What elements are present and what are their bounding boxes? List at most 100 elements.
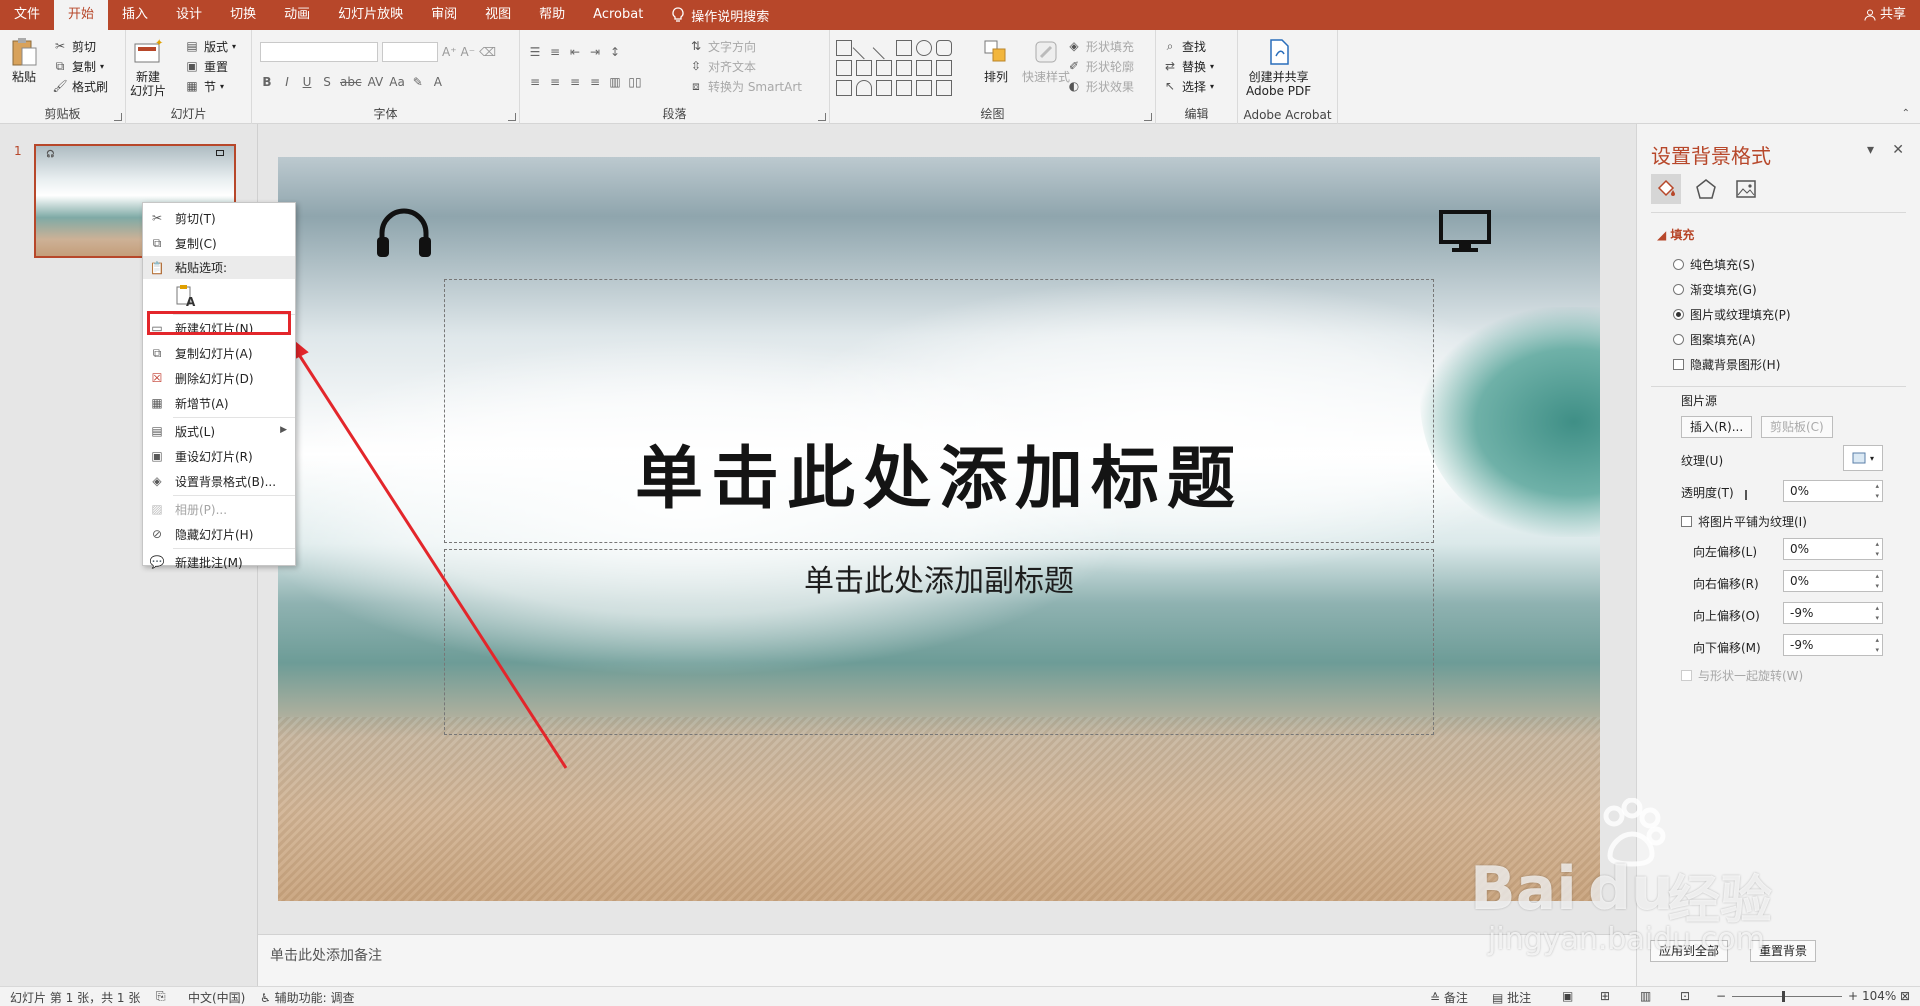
- title-placeholder[interactable]: 单击此处添加标题: [444, 279, 1434, 543]
- tab-design[interactable]: 设计: [162, 0, 216, 30]
- line-spacing-icon[interactable]: ↕: [608, 45, 622, 59]
- change-case-button[interactable]: Aa: [389, 75, 405, 89]
- shape-block-arrow-icon[interactable]: [896, 60, 912, 76]
- normal-view-icon[interactable]: ▣: [1562, 989, 1573, 1003]
- insert-picture-button[interactable]: 插入(R)...: [1681, 416, 1753, 438]
- pattern-fill-radio[interactable]: 图案填充(A): [1673, 331, 1756, 348]
- shape-freeform-icon[interactable]: [876, 80, 892, 96]
- slide-canvas[interactable]: 单击此处添加标题 单击此处添加副标题: [278, 157, 1600, 901]
- shape-elbow-icon[interactable]: [856, 60, 872, 76]
- grow-font-icon[interactable]: A⁺: [442, 45, 457, 59]
- bold-button[interactable]: B: [260, 75, 274, 89]
- section-button[interactable]: ▦ 节 ▾: [184, 76, 236, 96]
- align-text-button[interactable]: ⇳ 对齐文本: [688, 56, 802, 76]
- shrink-font-icon[interactable]: A⁻: [461, 45, 476, 59]
- shape-arrow-line-icon[interactable]: [872, 36, 896, 60]
- font-color-button[interactable]: A: [431, 75, 445, 89]
- cut-button[interactable]: ✂ 剪切: [52, 36, 108, 56]
- picture-fill-radio[interactable]: 图片或纹理填充(P): [1673, 306, 1791, 323]
- tab-file[interactable]: 文件: [0, 0, 54, 30]
- shape-triangle-icon[interactable]: [836, 60, 852, 76]
- paragraph-launcher-icon[interactable]: [818, 113, 826, 121]
- arrange-button[interactable]: 排列: [980, 36, 1012, 84]
- notes-toggle[interactable]: ≙ 备注: [1430, 989, 1468, 1006]
- menu-reset-slide[interactable]: ▣ 重设幻灯片(R): [143, 444, 295, 469]
- shadow-button[interactable]: S: [320, 75, 334, 89]
- strikethrough-button[interactable]: abc: [340, 75, 362, 89]
- shape-textbox-icon[interactable]: [836, 40, 852, 56]
- solid-fill-radio[interactable]: 纯色填充(S): [1673, 256, 1755, 273]
- font-size-combo[interactable]: [382, 42, 438, 62]
- rotate-with-shape-checkbox[interactable]: 与形状一起旋转(W): [1681, 667, 1803, 684]
- menu-layout[interactable]: ▤ 版式(L) ▶: [143, 419, 295, 444]
- clipboard-launcher-icon[interactable]: [114, 113, 122, 121]
- reset-button[interactable]: ▣ 重置: [184, 56, 236, 76]
- tab-transitions[interactable]: 切换: [216, 0, 270, 30]
- shape-more-icon[interactable]: [936, 60, 952, 76]
- shape-arc-icon[interactable]: [856, 80, 872, 96]
- justify-icon[interactable]: ≡: [588, 75, 602, 89]
- close-icon[interactable]: ✕: [1892, 142, 1904, 158]
- menu-hide-slide[interactable]: ⊘ 隐藏幻灯片(H): [143, 522, 295, 547]
- find-button[interactable]: ⌕ 查找: [1162, 36, 1214, 56]
- menu-duplicate-slide[interactable]: ⧉ 复制幻灯片(A): [143, 341, 295, 366]
- transparency-slider[interactable]: [1745, 490, 1747, 500]
- menu-photo-album[interactable]: ▨ 相册(P)...: [143, 497, 295, 522]
- highlight-icon[interactable]: ✎: [411, 75, 425, 89]
- zoom-slider[interactable]: [1732, 991, 1842, 1002]
- tab-acrobat[interactable]: Acrobat: [579, 0, 657, 30]
- text-direction-button[interactable]: ⇅ 文字方向: [688, 36, 802, 56]
- fill-section-header[interactable]: ◢ 填充: [1657, 226, 1694, 243]
- menu-copy[interactable]: ⧉ 复制(C): [143, 231, 295, 256]
- hide-background-graphics-checkbox[interactable]: 隐藏背景图形(H): [1673, 356, 1780, 373]
- underline-button[interactable]: U: [300, 75, 314, 89]
- tab-view[interactable]: 视图: [471, 0, 525, 30]
- smartart-button[interactable]: ⧈ 转换为 SmartArt: [688, 76, 802, 96]
- tab-home[interactable]: 开始: [54, 0, 109, 30]
- tab-animations[interactable]: 动画: [270, 0, 324, 30]
- format-painter-button[interactable]: 🖌 格式刷: [52, 76, 108, 96]
- offset-right-input[interactable]: 0%: [1783, 570, 1883, 592]
- zoom-out-button[interactable]: −: [1716, 989, 1726, 1003]
- language-indicator[interactable]: 中文(中国): [188, 989, 245, 1006]
- zoom-slider-thumb[interactable]: [1782, 991, 1785, 1002]
- bullets-icon[interactable]: ☰: [528, 45, 542, 59]
- menu-format-background[interactable]: ◈ 设置背景格式(B)...: [143, 469, 295, 494]
- headphones-icon[interactable]: [374, 205, 434, 261]
- menu-new-comment[interactable]: 💬 新建批注(M): [143, 550, 295, 575]
- replace-button[interactable]: ⇄ 替换 ▾: [1162, 56, 1214, 76]
- shape-outline-button[interactable]: ✐ 形状轮廓: [1066, 56, 1134, 76]
- offset-bottom-input[interactable]: -9%: [1783, 634, 1883, 656]
- create-pdf-button[interactable]: 创建并共享 Adobe PDF: [1246, 36, 1311, 98]
- pane-options-icon[interactable]: ▾: [1867, 142, 1874, 158]
- shape-effects-button[interactable]: ◐ 形状效果: [1066, 76, 1134, 96]
- paste-button[interactable]: 粘贴: [8, 36, 40, 84]
- drawing-launcher-icon[interactable]: [1144, 113, 1152, 121]
- quick-styles-button[interactable]: 快速样式: [1022, 36, 1070, 84]
- accessibility-status[interactable]: ♿ 辅助功能: 调查: [260, 989, 354, 1006]
- distributed-icon[interactable]: ▥: [608, 75, 622, 89]
- paste-keep-text-icon[interactable]: A: [175, 284, 197, 308]
- char-spacing-button[interactable]: AV: [368, 75, 384, 89]
- shape-connector-icon[interactable]: [876, 60, 892, 76]
- picture-tab[interactable]: [1731, 174, 1761, 204]
- slide-sorter-icon[interactable]: ⊞: [1600, 989, 1610, 1003]
- tab-help[interactable]: 帮助: [525, 0, 579, 30]
- align-center-icon[interactable]: ≡: [548, 75, 562, 89]
- subtitle-placeholder[interactable]: 单击此处添加副标题: [444, 549, 1434, 735]
- tile-picture-checkbox[interactable]: 将图片平铺为纹理(I): [1681, 513, 1807, 530]
- numbering-icon[interactable]: ≡: [548, 45, 562, 59]
- slideshow-icon[interactable]: ⊡: [1680, 989, 1690, 1003]
- shape-scroll-icon[interactable]: [936, 80, 952, 96]
- increase-indent-icon[interactable]: ⇥: [588, 45, 602, 59]
- notes-pane[interactable]: 单击此处添加备注: [258, 934, 1636, 986]
- transparency-input[interactable]: 0%: [1783, 480, 1883, 502]
- comments-toggle[interactable]: ▤ 批注: [1492, 989, 1531, 1006]
- shape-rect-icon[interactable]: [896, 40, 912, 56]
- effects-tab[interactable]: [1691, 174, 1721, 204]
- clear-format-icon[interactable]: ⌫: [479, 45, 496, 59]
- tab-slideshow[interactable]: 幻灯片放映: [324, 0, 417, 30]
- shape-brace-left-icon[interactable]: [896, 80, 912, 96]
- menu-cut[interactable]: ✂ 剪切(T): [143, 206, 295, 231]
- tab-review[interactable]: 审阅: [417, 0, 471, 30]
